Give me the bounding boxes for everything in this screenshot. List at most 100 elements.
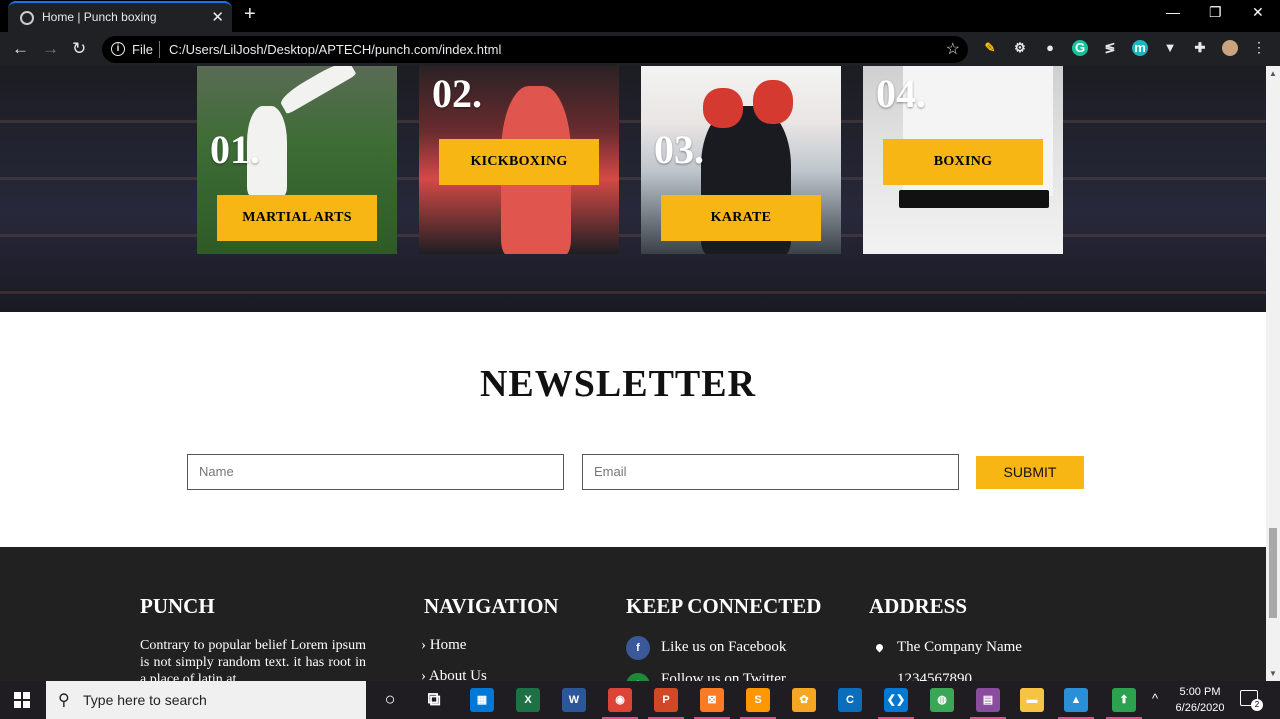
hero-section: 01. MARTIAL ARTS 02. KICKBOXING 03. KARA… — [0, 66, 1266, 312]
store-icon[interactable]: ▦ — [470, 688, 494, 712]
footer-heading-address: ADDRESS — [869, 594, 968, 618]
scroll-down-icon[interactable]: ▼ — [1269, 669, 1277, 678]
back-button[interactable]: ← — [12, 39, 29, 59]
right-glove-image — [753, 80, 793, 124]
taskbar-search-box[interactable]: ⚲ Type here to search — [46, 681, 366, 719]
vscode-icon[interactable]: ❮❯ — [878, 688, 914, 719]
card-number: 02. — [432, 71, 482, 116]
reload-button[interactable]: ↻ — [72, 39, 86, 59]
cortana-icon[interactable]: ○ — [378, 688, 402, 712]
web-page: 01. MARTIAL ARTS 02. KICKBOXING 03. KARA… — [0, 66, 1266, 681]
footer-heading-navigation: NAVIGATION — [424, 594, 559, 618]
scroll-up-icon[interactable]: ▲ — [1269, 69, 1277, 78]
kicking-leg-image — [277, 66, 357, 115]
twitter-link[interactable]: Follow us on Twitter — [661, 671, 786, 681]
photos-icon[interactable]: ▲ — [1058, 688, 1094, 719]
forward-button[interactable]: → — [42, 39, 59, 59]
task-view-icon[interactable]: ⧉ — [422, 688, 446, 712]
info-icon[interactable]: i — [111, 42, 125, 56]
winrar-icon[interactable]: ▤ — [970, 688, 1006, 719]
vuejs-icon[interactable]: ▼ — [1162, 40, 1178, 56]
bulb-icon[interactable]: ● — [1042, 40, 1058, 56]
search-icon: ⚲ — [58, 692, 70, 709]
card-button[interactable]: KICKBOXING — [439, 139, 599, 185]
notification-icon[interactable]: 2 — [1240, 690, 1263, 711]
page-scrollbar[interactable]: ▲ ▼ — [1266, 66, 1280, 681]
maximize-button[interactable]: ❐ — [1209, 4, 1222, 21]
footer: PUNCH Contrary to popular belief Lorem i… — [0, 547, 1266, 681]
card-number: 01. — [210, 127, 260, 172]
card-number: 03. — [654, 127, 704, 172]
browser-tab[interactable]: Home | Punch boxing ✕ — [8, 1, 232, 32]
footer-about-text: Contrary to popular belief Lorem ipsum i… — [140, 638, 366, 681]
screen: Home | Punch boxing ✕ + — ❐ ✕ ← → ↻ i Fi… — [0, 0, 1280, 719]
card-button[interactable]: MARTIAL ARTS — [217, 195, 377, 241]
name-input[interactable]: Name — [187, 454, 564, 490]
ccleaner-icon[interactable]: C — [838, 688, 862, 712]
card-number: 04. — [876, 71, 926, 116]
globe-app-icon[interactable]: ◍ — [930, 688, 954, 712]
chrome-icon[interactable]: ◉ — [602, 688, 638, 719]
grammarly-icon[interactable]: G — [1072, 40, 1088, 56]
clock-date: 6/26/2020 — [1175, 702, 1225, 714]
m-icon[interactable]: m — [1132, 40, 1148, 56]
windows-start-icon[interactable] — [14, 692, 30, 708]
windows-taskbar: ⚲ Type here to search ○ ⧉ ▦ X W ◉ P ⊠ S ✿ C ❮❯ ◍ ▤ ▬ ▲ ⬆… — [0, 681, 1280, 719]
address-phone: 1234567890 — [897, 671, 972, 681]
address-divider — [159, 41, 160, 58]
taskbar-clock[interactable]: 5:00 PM 6/26/2020 — [1172, 684, 1228, 716]
footer-link-about[interactable]: › About Us — [421, 668, 487, 681]
facebook-icon[interactable]: f — [626, 636, 650, 660]
puzzle-icon[interactable]: ✚ — [1192, 40, 1208, 56]
globe-icon — [20, 11, 34, 25]
card-kickboxing[interactable]: 02. KICKBOXING — [419, 66, 619, 254]
email-input[interactable]: Email — [582, 454, 959, 490]
footer-heading-punch: PUNCH — [140, 594, 215, 618]
twitter-icon[interactable]: t — [626, 673, 650, 681]
word-icon[interactable]: W — [562, 688, 586, 712]
filter-icon[interactable]: ≶ — [1102, 40, 1118, 56]
explorer-icon[interactable]: ▬ — [1020, 688, 1044, 712]
notification-count: 2 — [1251, 699, 1263, 711]
search-placeholder: Type here to search — [83, 692, 207, 708]
new-tab-button[interactable]: + — [244, 3, 256, 26]
update-icon[interactable]: ⬆ — [1106, 688, 1142, 719]
newsletter-title: NEWSLETTER — [479, 363, 757, 405]
address-bar[interactable]: i File C:/Users/LilJosh/Desktop/APTECH/p… — [102, 36, 968, 63]
address-company-name: The Company Name — [897, 639, 1022, 655]
powerpoint-icon[interactable]: P — [648, 688, 684, 719]
tab-close-icon[interactable]: ✕ — [211, 8, 224, 26]
left-glove-image — [703, 88, 743, 128]
pencil-icon[interactable]: ✎ — [982, 40, 998, 56]
card-button[interactable]: BOXING — [883, 139, 1043, 185]
sublime-icon[interactable]: S — [740, 688, 776, 719]
footer-link-home[interactable]: › Home — [421, 637, 466, 654]
clock-time: 5:00 PM — [1179, 686, 1221, 698]
tray-chevron-icon[interactable]: ^ — [1152, 691, 1158, 706]
footer-heading-keep-connected: KEEP CONNECTED — [626, 594, 822, 618]
bookmark-star-icon[interactable]: ☆ — [946, 39, 960, 59]
card-boxing[interactable]: 04. BOXING — [863, 66, 1063, 254]
tab-title: Home | Punch boxing — [42, 10, 157, 24]
location-pin-icon — [874, 642, 885, 653]
scrollbar-thumb[interactable] — [1269, 528, 1277, 618]
avatar-icon[interactable] — [1222, 40, 1238, 56]
minimize-button[interactable]: — — [1166, 4, 1180, 20]
browser-tab-bar: Home | Punch boxing ✕ + — ❐ ✕ — [0, 0, 1280, 32]
uc-browser-icon[interactable]: ✿ — [792, 688, 816, 712]
browser-toolbar: ← → ↻ i File C:/Users/LilJosh/Desktop/AP… — [0, 32, 1280, 66]
url-text[interactable]: C:/Users/LilJosh/Desktop/APTECH/punch.co… — [169, 42, 501, 57]
black-belt-image — [899, 190, 1049, 208]
gear-icon[interactable]: ⚙ — [1012, 40, 1028, 56]
browser-menu-icon[interactable]: ⋮ — [1252, 39, 1266, 56]
ring-ropes-background — [0, 66, 1266, 312]
protocol-label: File — [132, 42, 153, 57]
facebook-link[interactable]: Like us on Facebook — [661, 639, 786, 656]
xampp-icon[interactable]: ⊠ — [694, 688, 730, 719]
card-martial-arts[interactable]: 01. MARTIAL ARTS — [197, 66, 397, 254]
excel-icon[interactable]: X — [516, 688, 540, 712]
close-window-button[interactable]: ✕ — [1252, 4, 1264, 21]
card-karate[interactable]: 03. KARATE — [641, 66, 841, 254]
submit-button[interactable]: SUBMIT — [976, 456, 1084, 489]
card-button[interactable]: KARATE — [661, 195, 821, 241]
